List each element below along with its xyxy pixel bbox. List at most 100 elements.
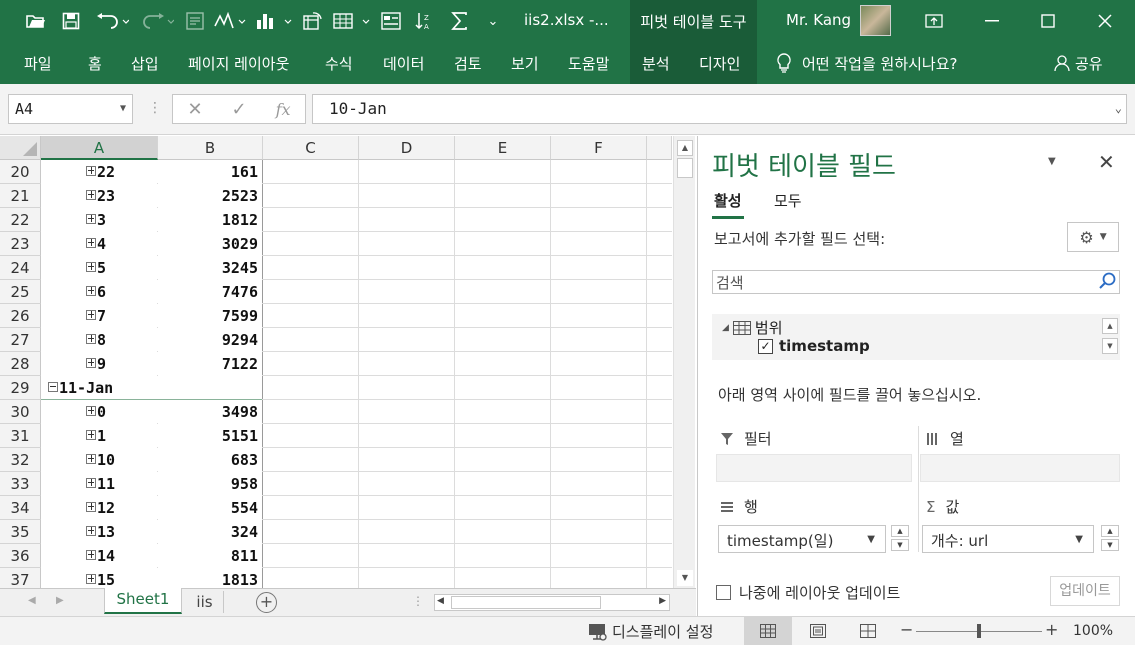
autosum-icon[interactable] <box>448 6 472 36</box>
pivot-item-cell[interactable]: 6 <box>41 280 157 304</box>
tab-page-layout[interactable]: 페이지 레이아웃 <box>188 42 289 84</box>
row-header[interactable]: 34 <box>0 496 41 520</box>
undo-icon[interactable] <box>92 6 132 36</box>
scroll-up-icon[interactable]: ▲ <box>891 525 909 537</box>
normal-view-icon[interactable] <box>744 617 792 645</box>
column-header-e[interactable]: E <box>455 136 551 160</box>
defer-layout-update[interactable]: 나중에 레이아웃 업데이트 <box>716 582 900 603</box>
row-header[interactable]: 21 <box>0 184 41 208</box>
tab-splitter[interactable]: ⋮ <box>412 594 424 608</box>
pivot-group-cell[interactable]: 11-Jan <box>41 376 157 400</box>
value-cell[interactable]: 958 <box>158 472 262 496</box>
expand-icon[interactable] <box>86 189 96 200</box>
expand-icon[interactable] <box>86 165 96 176</box>
vertical-scrollbar[interactable]: ▲ ▼ <box>673 136 695 588</box>
column-header-c[interactable]: C <box>263 136 359 160</box>
pivot-item-cell[interactable]: 11 <box>41 472 157 496</box>
spreadsheet-grid[interactable]: A B C D E F 20 22 161 21 23 2523 22 3 1812 23 4 302… <box>0 136 672 588</box>
display-settings-button[interactable]: 디스플레이 설정 <box>588 621 713 642</box>
scroll-down-icon[interactable]: ▼ <box>1102 338 1118 354</box>
expand-icon[interactable] <box>86 333 96 344</box>
pivot-item-cell[interactable]: 23 <box>41 184 157 208</box>
prev-sheet-icon[interactable]: ◀ <box>28 595 36 606</box>
row-header[interactable]: 25 <box>0 280 41 304</box>
expand-icon[interactable] <box>86 477 96 488</box>
sheet-tab-iis[interactable]: iis <box>186 591 224 613</box>
value-cell[interactable] <box>158 376 262 400</box>
update-button[interactable]: 업데이트 <box>1050 576 1120 606</box>
expand-icon[interactable] <box>86 501 96 512</box>
expand-icon[interactable] <box>86 405 96 416</box>
tell-me-search[interactable]: 어떤 작업을 원하시나요? <box>776 42 958 84</box>
scroll-right-icon[interactable]: ▶ <box>659 596 666 606</box>
row-field-pill[interactable]: timestamp(일) ▼ <box>718 525 886 553</box>
next-sheet-icon[interactable]: ▶ <box>56 595 64 606</box>
ribbon-display-options-icon[interactable] <box>906 0 962 42</box>
row-header[interactable]: 35 <box>0 520 41 544</box>
pivot-item-cell[interactable]: 9 <box>41 352 157 376</box>
pivot-item-cell[interactable]: 10 <box>41 448 157 472</box>
tab-help[interactable]: 도움말 <box>568 42 609 84</box>
form-icon[interactable] <box>183 6 207 36</box>
value-cell[interactable]: 7476 <box>158 280 262 304</box>
row-header[interactable]: 22 <box>0 208 41 232</box>
horizontal-scroll-thumb[interactable] <box>451 596 601 609</box>
page-layout-view-icon[interactable] <box>794 617 842 645</box>
pivot-item-cell[interactable]: 4 <box>41 232 157 256</box>
tab-view[interactable]: 보기 <box>511 42 539 84</box>
column-header-f[interactable]: F <box>551 136 647 160</box>
vertical-scroll-thumb[interactable] <box>677 158 693 178</box>
value-cell[interactable]: 324 <box>158 520 262 544</box>
row-header[interactable]: 24 <box>0 256 41 280</box>
defer-layout-checkbox[interactable] <box>716 585 731 600</box>
pivot-item-cell[interactable]: 15 <box>41 568 157 588</box>
expand-icon[interactable] <box>86 357 96 368</box>
tab-home[interactable]: 홈 <box>88 42 102 84</box>
column-header-b[interactable]: B <box>158 136 263 160</box>
pivot-item-cell[interactable]: 0 <box>41 400 157 424</box>
expand-icon[interactable] <box>86 285 96 296</box>
pane-options-dropdown-icon[interactable]: ▼ <box>1048 156 1056 167</box>
row-header[interactable]: 27 <box>0 328 41 352</box>
value-cell[interactable]: 9294 <box>158 328 262 352</box>
collapse-icon[interactable] <box>48 381 58 392</box>
close-window-icon[interactable] <box>1077 0 1133 42</box>
bar-chart-icon[interactable] <box>254 6 294 36</box>
maximize-icon[interactable] <box>1020 0 1076 42</box>
table-format-icon[interactable] <box>332 6 372 36</box>
row-header[interactable]: 32 <box>0 448 41 472</box>
pivot-item-cell[interactable]: 14 <box>41 544 157 568</box>
pivot-item-cell[interactable]: 12 <box>41 496 157 520</box>
formula-bar-splitter[interactable]: ⋮ <box>148 100 162 116</box>
field-checkbox-timestamp[interactable]: ✓ <box>758 338 773 354</box>
insert-function-icon[interactable]: fx <box>276 100 291 119</box>
value-cell[interactable]: 161 <box>158 160 262 184</box>
pivot-item-cell[interactable]: 22 <box>41 160 157 184</box>
expand-icon[interactable] <box>86 453 96 464</box>
scroll-down-icon[interactable]: ▼ <box>677 570 693 586</box>
select-all-corner[interactable] <box>0 136 41 160</box>
filters-drop-zone[interactable] <box>716 454 912 482</box>
search-icon[interactable] <box>1099 272 1117 294</box>
customize-toolbar-icon[interactable]: ⌄ <box>484 6 502 36</box>
open-folder-icon[interactable] <box>22 6 50 36</box>
sort-descending-icon[interactable]: ZA <box>412 6 438 36</box>
field-list-scroll[interactable]: ▲ ▼ <box>1102 318 1120 358</box>
sparkline-icon[interactable] <box>212 6 248 36</box>
row-header[interactable]: 20 <box>0 160 41 184</box>
tools-button[interactable]: ⚙ ▼ <box>1067 222 1119 252</box>
pivot-item-cell[interactable]: 13 <box>41 520 157 544</box>
enter-check-icon[interactable]: ✓ <box>232 99 247 120</box>
close-pane-icon[interactable]: ✕ <box>1098 150 1115 174</box>
formula-input[interactable]: 10-Jan ⌄ <box>312 94 1127 124</box>
cancel-icon[interactable]: ✕ <box>187 99 202 120</box>
expand-icon[interactable] <box>86 549 96 560</box>
value-cell[interactable]: 811 <box>158 544 262 568</box>
expand-icon[interactable] <box>86 525 96 536</box>
value-cell[interactable]: 554 <box>158 496 262 520</box>
name-box[interactable]: A4 ▼ <box>8 94 133 124</box>
value-cell[interactable]: 3245 <box>158 256 262 280</box>
minimize-icon[interactable] <box>964 0 1020 42</box>
share-button[interactable]: 공유 <box>1053 42 1103 84</box>
tab-all-fields[interactable]: 모두 <box>774 190 802 211</box>
